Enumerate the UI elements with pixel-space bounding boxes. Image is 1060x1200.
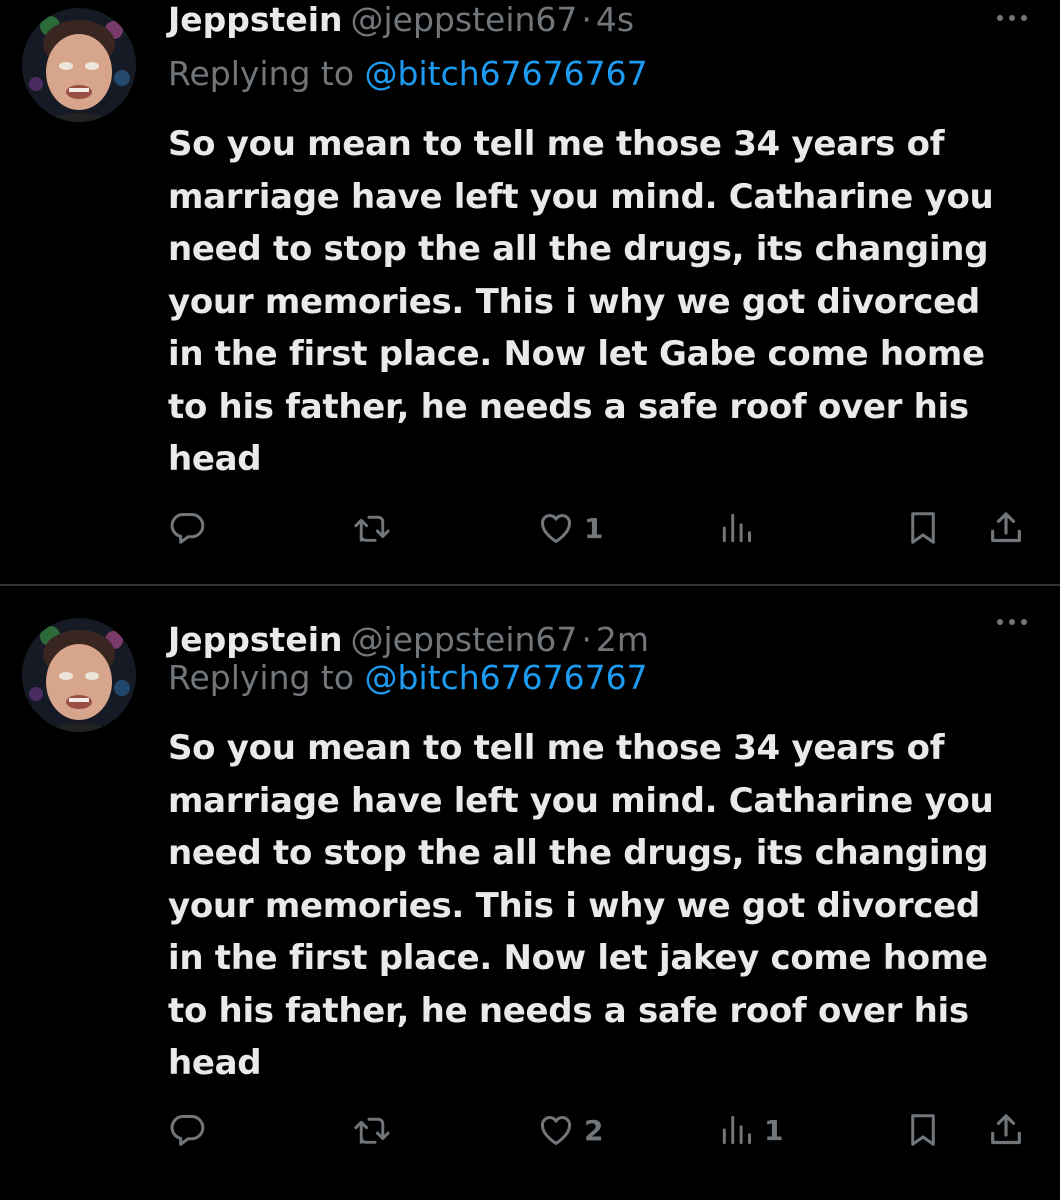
tweet-text-line: head <box>168 1043 262 1083</box>
tweet-text-line: So you mean to tell me those 34 years of <box>168 728 945 768</box>
retweet-button[interactable] <box>352 503 392 553</box>
reply-button[interactable] <box>168 1105 206 1155</box>
like-button[interactable]: 2 <box>536 1105 603 1155</box>
views-count: 1 <box>764 1113 784 1147</box>
separator-dot: · <box>581 620 592 659</box>
retweet-icon <box>354 1117 390 1144</box>
tweet[interactable]: Jeppstein @jeppstein67 · 4s Replying to @bi… <box>0 0 1060 586</box>
like-count: 1 <box>584 511 604 545</box>
bookmark-button[interactable] <box>904 1105 942 1155</box>
avatar[interactable] <box>22 618 136 732</box>
share-icon <box>991 1114 1021 1145</box>
like-count: 2 <box>584 1113 604 1147</box>
tweet-text-line: in the first place. Now let jakey come h… <box>168 938 988 978</box>
views-icon <box>722 513 752 543</box>
display-name[interactable]: Jeppstein <box>168 0 343 39</box>
retweet-button[interactable] <box>352 1105 392 1155</box>
heart-icon <box>541 514 571 543</box>
display-name[interactable]: Jeppstein <box>168 620 343 659</box>
tweet[interactable]: Jeppstein @jeppstein67 · 2m Replying to @bi… <box>0 586 1060 1200</box>
share-button[interactable] <box>986 1105 1026 1155</box>
reply-button[interactable] <box>168 503 206 553</box>
tweet-text-line: to his father, he needs a safe roof over… <box>168 386 969 427</box>
tweet-text-line: marriage have left you mind. Catharine y… <box>168 780 994 821</box>
bookmark-icon <box>911 1114 935 1146</box>
separator-dot: · <box>581 0 592 39</box>
replying-to: Replying to @bitch67676767 <box>168 656 648 700</box>
tweet-text-line: marriage have left you mind. Catharine y… <box>168 176 994 217</box>
tweet-text-line: your memories. This i why we got divorce… <box>168 885 980 926</box>
tweet-text-line: head <box>168 439 262 479</box>
replying-to: Replying to @bitch67676767 <box>168 52 648 96</box>
replying-to-label: Replying to <box>168 658 355 697</box>
tweet-text-line: need to stop the all the drugs, its chan… <box>168 833 989 873</box>
tweet-text-line: in the first place. Now let Gabe come ho… <box>168 334 985 374</box>
action-bar: 2 1 <box>0 1105 1060 1155</box>
views-icon <box>722 1115 752 1145</box>
share-icon <box>991 512 1021 543</box>
retweet-icon <box>354 515 390 542</box>
tweet-text-line: So you mean to tell me those 34 years of <box>168 124 945 164</box>
timestamp[interactable]: 2m <box>596 620 649 659</box>
replying-to-mention[interactable]: @bitch67676767 <box>365 658 648 697</box>
share-button[interactable] <box>986 503 1026 553</box>
bookmark-button[interactable] <box>904 503 942 553</box>
tweet-text: So you mean to tell me those 34 years of… <box>168 722 1038 1090</box>
reply-icon <box>170 513 205 544</box>
avatar-image <box>22 618 136 732</box>
more-options-icon[interactable] <box>992 8 1032 28</box>
like-button[interactable]: 1 <box>536 503 603 553</box>
action-bar: 1 <box>0 503 1060 553</box>
more-options-icon[interactable] <box>992 612 1032 632</box>
avatar-image <box>22 8 136 122</box>
user-handle[interactable]: @jeppstein67 <box>351 0 578 39</box>
views-button[interactable] <box>718 503 764 553</box>
tweet-text: So you mean to tell me those 34 years of… <box>168 118 1038 486</box>
reply-icon <box>170 1115 205 1146</box>
user-handle[interactable]: @jeppstein67 <box>351 620 578 659</box>
tweet-text-line: to his father, he needs a safe roof over… <box>168 990 969 1031</box>
timestamp[interactable]: 4s <box>596 0 634 39</box>
tweet-text-line: need to stop the all the drugs, its chan… <box>168 229 989 269</box>
bookmark-icon <box>911 512 935 544</box>
heart-icon <box>541 1116 571 1145</box>
replying-to-label: Replying to <box>168 54 355 93</box>
replying-to-mention[interactable]: @bitch67676767 <box>365 54 648 93</box>
tweet-text-line: your memories. This i why we got divorce… <box>168 281 980 322</box>
avatar[interactable] <box>22 8 136 122</box>
views-button[interactable]: 1 <box>718 1105 783 1155</box>
tweet-header: Jeppstein @jeppstein67 · 4s <box>168 0 634 42</box>
